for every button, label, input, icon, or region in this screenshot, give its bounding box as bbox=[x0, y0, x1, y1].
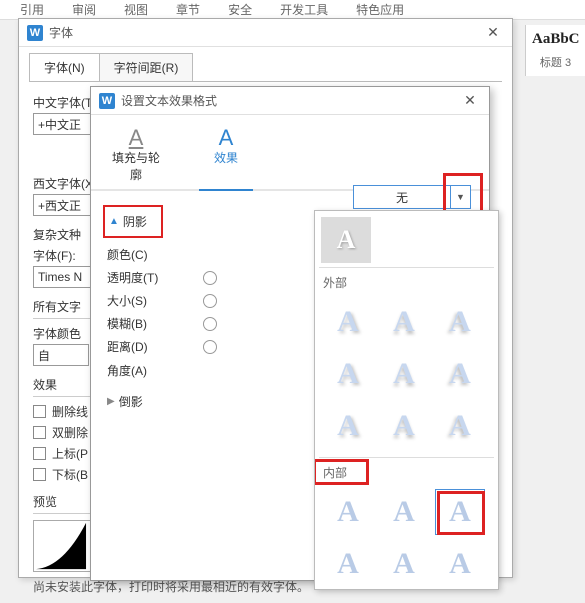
menu-item[interactable]: 特色应用 bbox=[356, 1, 404, 18]
fx-title: 设置文本效果格式 bbox=[121, 92, 459, 109]
app-icon: W bbox=[99, 93, 115, 109]
fx-tabs: A 填充与轮廓 A 效果 bbox=[91, 115, 489, 191]
app-icon: W bbox=[27, 25, 43, 41]
menu-item[interactable]: 视图 bbox=[124, 1, 148, 18]
combo-value: 无 bbox=[353, 185, 451, 209]
gallery-item[interactable]: A bbox=[435, 541, 485, 587]
gallery-item[interactable]: A bbox=[323, 489, 373, 535]
tab-effects[interactable]: A 效果 bbox=[199, 125, 253, 189]
gallery-none[interactable]: A bbox=[321, 217, 371, 263]
gallery-item[interactable]: A bbox=[379, 351, 429, 397]
gallery-item[interactable]: A bbox=[379, 299, 429, 345]
tab-fill-outline[interactable]: A 填充与轮廓 bbox=[109, 125, 163, 189]
effects-icon: A bbox=[199, 125, 253, 149]
gallery-item[interactable]: A bbox=[379, 403, 429, 449]
triangle-right-icon: ▶ bbox=[107, 396, 115, 407]
gallery-item[interactable]: A bbox=[323, 403, 373, 449]
gallery-item[interactable]: A bbox=[435, 403, 485, 449]
style-name: 标题 3 bbox=[532, 54, 579, 70]
fx-titlebar: W 设置文本效果格式 ✕ bbox=[91, 87, 489, 115]
highlight-gallery-item bbox=[437, 491, 485, 535]
gallery-item[interactable]: A bbox=[323, 351, 373, 397]
style-gallery-item[interactable]: AaBbC 标题 3 bbox=[525, 25, 585, 76]
menu-item[interactable]: 章节 bbox=[176, 1, 200, 18]
gallery-item[interactable]: A bbox=[435, 351, 485, 397]
gallery-item[interactable]: A bbox=[379, 489, 429, 535]
font-dialog-titlebar: W 字体 ✕ bbox=[19, 19, 512, 47]
font-color-input[interactable]: 自 bbox=[33, 344, 89, 366]
gallery-item[interactable]: A bbox=[323, 299, 373, 345]
font-dialog-title: 字体 bbox=[49, 24, 482, 41]
gallery-section-outer: 外部 bbox=[319, 267, 494, 295]
fill-icon: A bbox=[109, 125, 163, 149]
highlight-inner-label bbox=[314, 459, 369, 485]
highlight-combo-arrow bbox=[443, 173, 483, 215]
menubar: 引用 审阅 视图 章节 安全 开发工具 特色应用 bbox=[0, 0, 585, 20]
menu-item[interactable]: 审阅 bbox=[72, 1, 96, 18]
shadow-gallery: A 外部 A A A A A A A A A 内部 A A A A A A bbox=[314, 210, 499, 590]
menu-item[interactable]: 引用 bbox=[20, 1, 44, 18]
tab-spacing[interactable]: 字符间距(R) bbox=[99, 53, 194, 81]
letter-a-icon: A bbox=[337, 225, 356, 255]
close-icon[interactable]: ✕ bbox=[482, 24, 504, 41]
gallery-item[interactable]: A bbox=[323, 541, 373, 587]
triangle-down-icon: ▲ bbox=[109, 216, 119, 227]
section-shadow[interactable]: ▲阴影 bbox=[103, 205, 163, 238]
preview-box bbox=[33, 520, 91, 572]
menu-item[interactable]: 开发工具 bbox=[280, 1, 328, 18]
tab-font[interactable]: 字体(N) bbox=[29, 53, 100, 81]
style-sample: AaBbC bbox=[532, 31, 579, 48]
close-icon[interactable]: ✕ bbox=[459, 92, 481, 109]
font-dialog-tabs: 字体(N) 字符间距(R) bbox=[19, 47, 512, 81]
gallery-item[interactable]: A bbox=[435, 299, 485, 345]
gallery-item[interactable]: A bbox=[379, 541, 429, 587]
menu-item[interactable]: 安全 bbox=[228, 1, 252, 18]
